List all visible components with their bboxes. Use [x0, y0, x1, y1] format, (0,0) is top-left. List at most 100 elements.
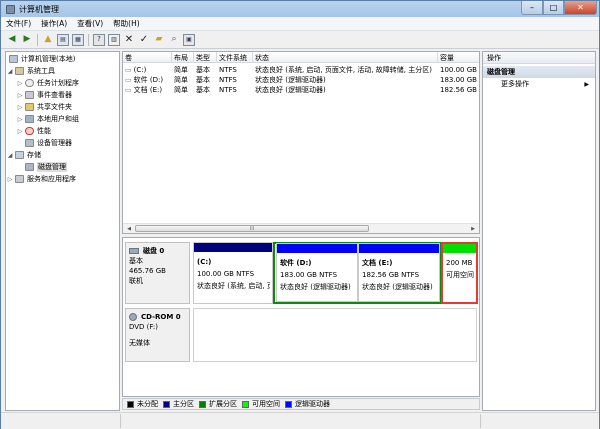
computer-management-window: 计算机管理 – □ ✕ 文件(F) 操作(A) 查看(V) 帮助(H) ◀ ▶ … [0, 0, 600, 429]
drive-icon: ▭ [125, 76, 132, 84]
expand-icon[interactable]: ▷ [16, 128, 24, 135]
disk0-label[interactable]: 磁盘 0 基本 465.76 GB 联机 [125, 242, 190, 304]
disk-size: 465.76 GB [129, 267, 166, 275]
tree-item-services[interactable]: ▷ 服务和应用程序 [6, 173, 76, 185]
menu-view[interactable]: 查看(V) [72, 18, 108, 29]
help-icon[interactable]: ? [93, 33, 105, 46]
partition-name: 文档 (E:) [362, 259, 393, 267]
back-arrow-icon[interactable]: ◀ [6, 34, 18, 46]
column-header-filesystem[interactable]: 文件系统 [217, 52, 253, 63]
expand-icon[interactable]: ▷ [16, 80, 24, 87]
column-header-capacity[interactable]: 容量 [438, 52, 479, 63]
partition-c[interactable]: (C:) 100.00 GB NTFS 状态良好 (系统, 启动, 页面文件, … [193, 242, 273, 304]
legend-item: 逻辑驱动器 [285, 399, 330, 409]
tools-icon [15, 67, 24, 75]
delete-icon[interactable]: ✕ [123, 34, 135, 46]
tree-item-local-users[interactable]: ▷ 本地用户和组 [16, 113, 79, 125]
capacity-cell: 100.00 GB [440, 66, 477, 74]
maximize-button[interactable]: □ [543, 1, 564, 15]
column-header-type[interactable]: 类型 [194, 52, 217, 63]
menu-file[interactable]: 文件(F) [1, 18, 36, 29]
tree-item-disk-management[interactable]: 磁盘管理 [24, 161, 67, 173]
collapse-icon[interactable]: ◢ [6, 68, 14, 75]
status-cell: 状态良好 (逻辑驱动器) [255, 86, 326, 94]
services-icon [15, 175, 24, 183]
close-button[interactable]: ✕ [564, 1, 597, 15]
type-cell: 基本 [196, 76, 210, 84]
status-bar [1, 412, 599, 429]
check-icon[interactable]: ✓ [138, 34, 150, 46]
up-folder-icon[interactable]: ▲ [42, 34, 54, 46]
tree-label: 设备管理器 [37, 139, 72, 147]
scroll-thumb[interactable]: III [135, 225, 369, 232]
partition-name: 软件 (D:) [280, 259, 312, 267]
open-icon[interactable]: ▰ [153, 34, 165, 46]
status-cell: 状态良好 (逻辑驱动器) [255, 76, 326, 84]
tree-item-device-manager[interactable]: 设备管理器 [24, 137, 72, 149]
scroll-left-icon[interactable]: ◀ [124, 224, 134, 233]
title-bar[interactable]: 计算机管理 – □ ✕ [1, 1, 599, 17]
performance-icon [25, 127, 34, 135]
column-header-status[interactable]: 状态 [253, 52, 438, 63]
partition-d[interactable]: 软件 (D:) 183.00 GB NTFS 状态良好 (逻辑驱动器) [276, 243, 358, 302]
expand-icon[interactable]: ▷ [16, 116, 24, 123]
partition-e[interactable]: 文档 (E:) 182.56 GB NTFS 状态良好 (逻辑驱动器) [358, 243, 440, 302]
cell-text: 软件 (D:) [133, 76, 164, 84]
tree-item-system-tools[interactable]: ◢ 系统工具 [6, 65, 55, 77]
partition-status: 状态良好 (系统, 启动, 页面文件, 活动, 故障转储, 主分区) [197, 282, 270, 290]
properties-icon[interactable]: ▦ [72, 33, 84, 46]
show-tree-icon[interactable]: ▤ [57, 33, 69, 46]
partition-name: (C:) [197, 258, 212, 266]
collapse-icon[interactable]: ◢ [6, 152, 14, 159]
properties-icon[interactable]: ▥ [108, 33, 120, 46]
column-header-volume[interactable]: 卷 [123, 52, 172, 63]
volume-name-cell: ▭ 软件 (D:) [123, 75, 172, 85]
format-icon[interactable]: ▣ [183, 33, 195, 46]
tree-item-performance[interactable]: ▷ 性能 [16, 125, 51, 137]
volume-list: 卷 布局 类型 文件系统 状态 容量 ▭ (C:) 简单 基本 NTFS 状态良好… [122, 51, 480, 234]
expand-icon[interactable]: ▷ [6, 176, 14, 183]
forward-arrow-icon[interactable]: ▶ [21, 34, 33, 46]
tree-item-task-scheduler[interactable]: ▷ 任务计划程序 [16, 77, 79, 89]
scroll-right-icon[interactable]: ▶ [468, 224, 478, 233]
tree-item-event-viewer[interactable]: ▷ 事件查看器 [16, 89, 72, 101]
minimize-button[interactable]: – [521, 1, 543, 15]
clock-icon [25, 79, 34, 87]
cdrom-media-area [193, 308, 477, 362]
partition-status: 状态良好 (逻辑驱动器) [362, 283, 433, 291]
table-row[interactable]: ▭ 文档 (E:) 简单 基本 NTFS 状态良好 (逻辑驱动器) 182.56 … [123, 85, 479, 95]
legend-item: 扩展分区 [199, 399, 237, 409]
table-row[interactable]: ▭ 软件 (D:) 简单 基本 NTFS 状态良好 (逻辑驱动器) 183.00 … [123, 75, 479, 85]
column-header-layout[interactable]: 布局 [172, 52, 194, 63]
window-title: 计算机管理 [19, 4, 59, 14]
cdrom-status: 无媒体 [129, 339, 150, 347]
search-icon[interactable]: ⌕ [168, 34, 180, 46]
toolbar: ◀ ▶ ▲ ▤ ▦ ? ▥ ✕ ✓ ▰ ⌕ ▣ [1, 31, 599, 49]
disk-status: 联机 [129, 277, 143, 285]
free-space-partition[interactable]: 200 MB 可用空间 [441, 242, 478, 304]
filesystem-cell: NTFS [219, 86, 237, 94]
menu-action[interactable]: 操作(A) [36, 18, 72, 29]
expand-icon[interactable]: ▷ [16, 104, 24, 111]
cdrom-drive: DVD (F:) [129, 323, 158, 331]
partition-bar [194, 243, 272, 252]
horizontal-scrollbar[interactable]: ◀ III ▶ [123, 223, 479, 233]
toolbar-divider [88, 33, 89, 46]
legend: 未分配 主分区 扩展分区 可用空间 逻辑驱动器 [122, 398, 480, 410]
type-cell: 基本 [196, 66, 210, 74]
tree-item-storage[interactable]: ◢ 存储 [6, 149, 41, 161]
legend-label: 主分区 [173, 400, 194, 408]
partition-size: 183.00 GB NTFS [280, 271, 338, 279]
cell-text: (C:) [133, 66, 147, 74]
partition-status: 状态良好 (逻辑驱动器) [280, 283, 351, 291]
disk-graphical-view: 磁盘 0 基本 465.76 GB 联机 (C:) 100.00 GB NTFS… [122, 237, 480, 397]
cdrom0-label[interactable]: CD-ROM 0 DVD (F:) 无媒体 [125, 308, 190, 362]
tree-root[interactable]: 计算机管理(本地) [8, 53, 75, 65]
actions-section-disk-management[interactable]: 磁盘管理 [483, 66, 595, 78]
more-actions-item[interactable]: 更多操作 ▶ [483, 78, 595, 90]
tree-item-shared-folders[interactable]: ▷ 共享文件夹 [16, 101, 72, 113]
menu-help[interactable]: 帮助(H) [108, 18, 145, 29]
table-row[interactable]: ▭ (C:) 简单 基本 NTFS 状态良好 (系统, 启动, 页面文件, 活动,… [123, 65, 479, 75]
app-icon [6, 4, 15, 14]
expand-icon[interactable]: ▷ [16, 92, 24, 99]
